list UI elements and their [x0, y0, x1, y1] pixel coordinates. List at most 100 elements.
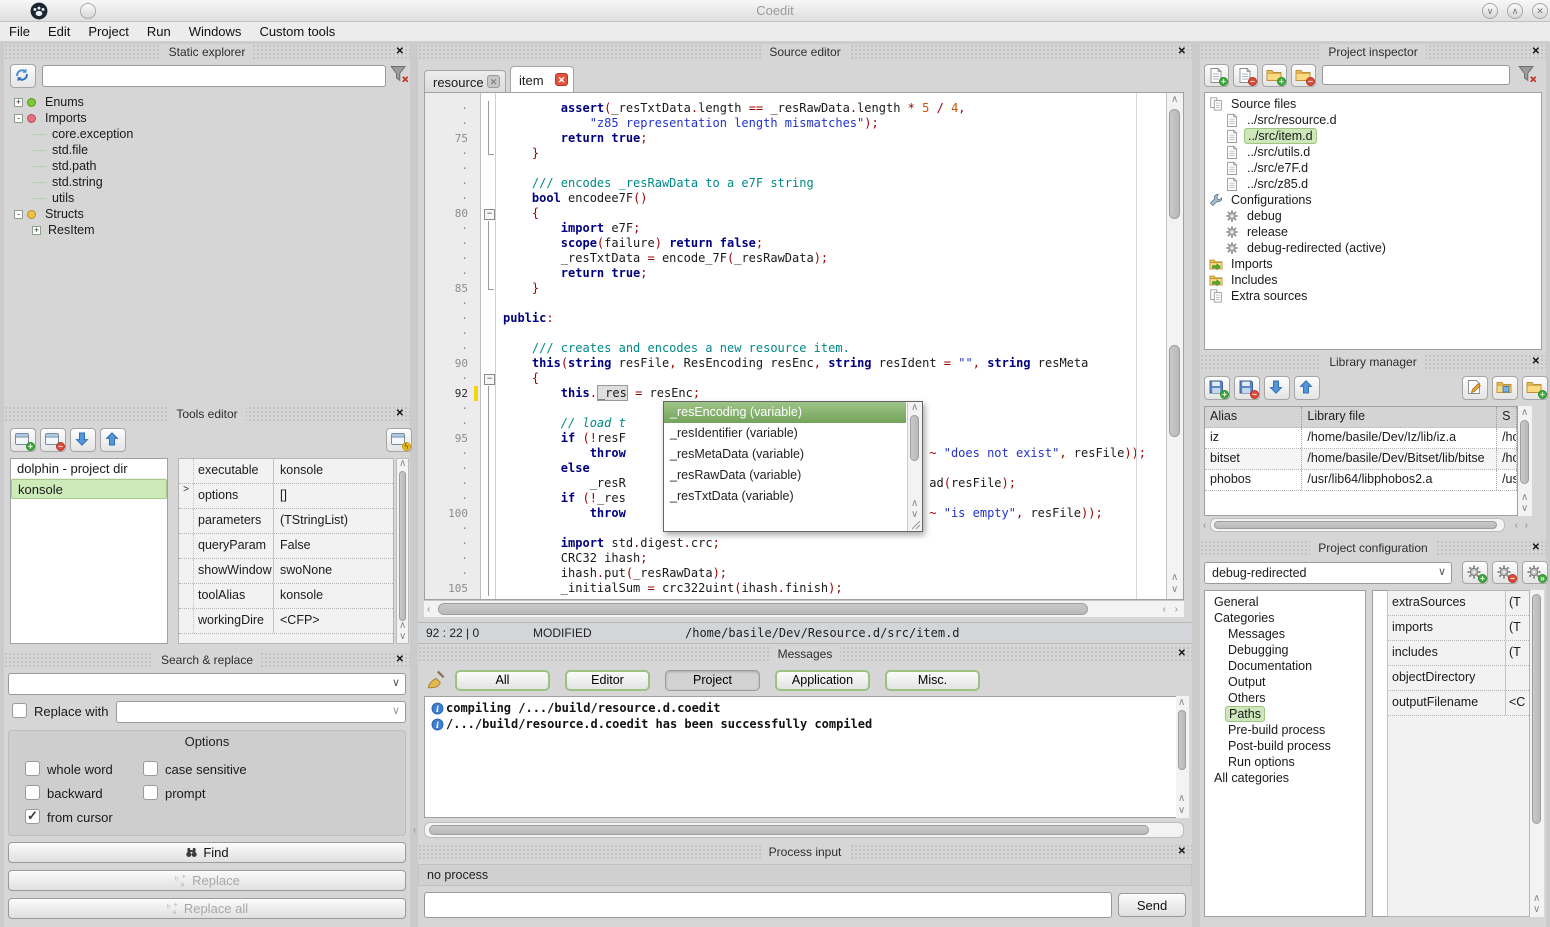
category-item[interactable]: Others [1205, 690, 1365, 706]
register-library-button[interactable] [1492, 376, 1518, 400]
category-item[interactable]: General [1205, 594, 1365, 610]
column-header[interactable]: Library file [1302, 407, 1497, 427]
fold-mark[interactable] [482, 281, 495, 296]
fold-mark[interactable] [482, 101, 495, 116]
project-tree-item[interactable]: ../src/e7F.d [1205, 160, 1541, 176]
close-panel-icon[interactable]: ✕ [396, 407, 404, 421]
menu-file[interactable]: File [0, 22, 39, 39]
close-panel-icon[interactable]: ✕ [396, 45, 404, 59]
menu-project[interactable]: Project [79, 22, 137, 39]
property-row[interactable]: toolAliaskonsole [179, 584, 393, 609]
property-value[interactable]: <CFP> [274, 609, 393, 633]
remove-source-button[interactable]: − [1233, 64, 1258, 87]
category-item[interactable]: All categories [1205, 770, 1365, 786]
fold-mark[interactable] [482, 446, 495, 461]
maximize-button[interactable]: ∧ [1507, 3, 1523, 19]
fold-mark[interactable] [482, 461, 495, 476]
filter-misc[interactable]: Misc. [885, 670, 980, 691]
library-vscrollbar[interactable]: ∧ ∧ ∨ [1518, 406, 1532, 516]
filter-clear-icon[interactable] [390, 64, 410, 84]
property-value[interactable]: <C [1506, 691, 1529, 715]
tree-item[interactable]: std.file [10, 142, 406, 158]
tool-list-item[interactable]: dolphin - project dir [11, 459, 167, 479]
library-hscrollbar[interactable]: ‹ ‹ › [1210, 518, 1505, 532]
whole-word-checkbox[interactable] [25, 761, 40, 776]
add-source-button[interactable]: + [1204, 64, 1229, 87]
remove-configuration-button[interactable]: − [1492, 561, 1518, 584]
project-tree-item[interactable]: Includes [1205, 272, 1541, 288]
property-row[interactable]: executablekonsole [179, 459, 393, 484]
property-row[interactable]: imports(T [1388, 616, 1529, 641]
fold-mark[interactable] [482, 161, 495, 176]
completion-list[interactable]: _resEncoding (variable)_resIdentifier (v… [664, 402, 906, 531]
filter-editor[interactable]: Editor [565, 670, 650, 691]
tree-item[interactable]: std.string [10, 174, 406, 190]
add-folder-button[interactable]: + [1262, 64, 1287, 87]
configuration-combobox[interactable]: debug-redirected ∨ [1204, 562, 1452, 584]
fold-mark[interactable] [482, 491, 495, 506]
move-tool-down-button[interactable] [70, 428, 96, 452]
filter-all[interactable]: All [455, 670, 550, 691]
fold-mark[interactable] [482, 251, 495, 266]
close-panel-icon[interactable]: ✕ [396, 653, 404, 667]
table-row[interactable]: phobos/usr/lib64/libphobos2.a/us [1205, 470, 1517, 491]
completion-scrollbar[interactable]: ∧ ∧ ∨ [907, 402, 922, 531]
property-row[interactable]: objectDirectory [1388, 666, 1529, 691]
property-row[interactable]: showWindowswoNone [179, 559, 393, 584]
fold-mark[interactable] [482, 206, 495, 221]
activate-configuration-button[interactable]: » [1522, 561, 1548, 584]
symbol-search-input[interactable] [42, 65, 386, 87]
messages-hscrollbar[interactable]: ‹ ‹ › [424, 822, 1184, 838]
property-row[interactable]: includes(T [1388, 641, 1529, 666]
filter-project[interactable]: Project [665, 670, 760, 691]
fold-mark[interactable] [482, 401, 495, 416]
tab-resource-close-icon[interactable]: ✕ [487, 75, 500, 88]
tab-resource[interactable]: resource ✕ [424, 70, 506, 92]
minimize-button[interactable]: ∨ [1482, 3, 1498, 19]
property-value[interactable]: konsole [274, 459, 393, 483]
replace-all-button[interactable]: baReplace all [8, 898, 406, 919]
tree-item[interactable]: utils [10, 190, 406, 206]
close-button[interactable]: ✕ [1532, 3, 1548, 19]
tree-item[interactable]: +Enums [10, 94, 406, 110]
completion-item[interactable]: _resMetaData (variable) [664, 444, 906, 465]
tool-list-item[interactable]: konsole [11, 479, 167, 499]
property-row[interactable]: >options[] [179, 484, 393, 509]
fold-mark[interactable] [482, 296, 495, 311]
add-library-folder-button[interactable]: + [1522, 376, 1548, 400]
prompt-checkbox[interactable] [143, 785, 158, 800]
fold-mark[interactable] [482, 356, 495, 371]
editor-hscrollbar[interactable]: ‹ ‹ › [424, 600, 1184, 617]
project-tree-item[interactable]: debug-redirected (active) [1205, 240, 1541, 256]
property-value[interactable]: konsole [274, 584, 393, 608]
project-tree-item[interactable]: ../src/resource.d [1205, 112, 1541, 128]
property-value[interactable]: (T [1506, 616, 1529, 640]
tree-item[interactable]: -Imports [10, 110, 406, 126]
add-library-button[interactable]: + [1204, 376, 1230, 400]
add-tool-button[interactable]: + [10, 428, 36, 452]
category-item[interactable]: Documentation [1205, 658, 1365, 674]
completion-item[interactable]: _resIdentifier (variable) [664, 423, 906, 444]
project-tree-item[interactable]: Imports [1205, 256, 1541, 272]
table-row[interactable]: bitset/home/basile/Dev/Bitset/lib/bitse/… [1205, 449, 1517, 470]
fold-mark[interactable] [482, 146, 495, 161]
category-item[interactable]: Messages [1205, 626, 1365, 642]
fold-mark[interactable] [482, 176, 495, 191]
completion-item[interactable]: _resTxtData (variable) [664, 486, 906, 507]
case-sensitive-checkbox[interactable] [143, 761, 158, 776]
property-value[interactable]: (T [1506, 591, 1529, 615]
fold-mark[interactable] [482, 386, 495, 401]
replace-button[interactable]: baReplace [8, 870, 406, 891]
collapse-icon[interactable]: - [14, 114, 23, 123]
menu-run[interactable]: Run [138, 22, 180, 39]
tab-item-close-icon[interactable]: ✕ [555, 73, 568, 86]
project-tree-item[interactable]: Configurations [1205, 192, 1541, 208]
tree-item[interactable]: core.exception [10, 126, 406, 142]
close-panel-icon[interactable]: ✕ [1532, 45, 1540, 59]
from-cursor-checkbox[interactable] [25, 809, 40, 824]
column-header[interactable]: Alias [1205, 407, 1302, 427]
filter-application[interactable]: Application [775, 670, 870, 691]
property-value[interactable]: [] [274, 484, 393, 508]
property-value[interactable] [1506, 666, 1529, 690]
project-tree-item[interactable]: ../src/z85.d [1205, 176, 1541, 192]
